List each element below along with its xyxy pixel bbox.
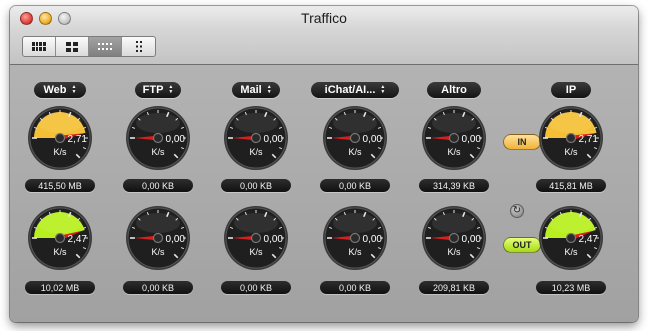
gauge-in: 0,00 K/s <box>322 105 388 171</box>
gauge-speed-unit: K/s <box>447 247 461 257</box>
gauges-panel: IN OUT ↻ Web ▲ ▼ 2,71 K/s 415,50 MB FTP ▲ ▼ 0,00 K… <box>10 65 638 322</box>
gauge-in: 0,00 K/s <box>421 105 487 171</box>
view-mode-segmented-control <box>22 36 156 57</box>
gauge-speed-value: 0,00 <box>362 134 382 145</box>
window-title: Traffico <box>301 10 347 26</box>
gauge-speed-value: 2,47 <box>578 234 598 245</box>
gauge-speed-unit: K/s <box>249 247 263 257</box>
total-in-value: 0,00 KB <box>221 179 291 192</box>
traffico-window: Traffico IN OUT ↻ Web ▲ ▼ 2,71 K/s 415,5… <box>10 6 638 322</box>
category-selector-0[interactable]: Web ▲ ▼ <box>34 82 86 98</box>
category-selector-4[interactable]: Altro <box>427 82 481 98</box>
gauge-speed-unit: K/s <box>564 147 578 157</box>
total-out-value: 0,00 KB <box>320 281 390 294</box>
updown-arrows-icon: ▲ ▼ <box>380 84 386 95</box>
total-in-value: 314,39 KB <box>419 179 489 192</box>
gauge-in: 0,00 K/s <box>223 105 289 171</box>
view-mode-compact-grid-button[interactable] <box>89 37 122 56</box>
gauge-in: 0,00 K/s <box>125 105 191 171</box>
total-out-value: 10,23 MB <box>536 281 606 294</box>
category-label: Mail <box>240 84 262 96</box>
total-out-value: 10,02 MB <box>25 281 95 294</box>
category-label: Web <box>43 84 67 96</box>
out-toggle-button[interactable]: OUT <box>503 237 541 253</box>
category-label: iChat/AI... <box>324 84 376 96</box>
gauge-speed-unit: K/s <box>348 247 362 257</box>
gauge-speed-unit: K/s <box>348 147 362 157</box>
view-mode-vertical-list-button[interactable] <box>122 37 155 56</box>
refresh-icon[interactable]: ↻ <box>510 204 524 218</box>
total-in-value: 415,81 MB <box>536 179 606 192</box>
gauge-speed-value: 0,00 <box>165 234 185 245</box>
gauge-in: 2,71 K/s <box>27 105 93 171</box>
in-toggle-button[interactable]: IN <box>503 134 541 150</box>
gauge-out: 2,47 K/s <box>27 205 93 271</box>
gauge-speed-value: 2,71 <box>578 134 598 145</box>
category-selector-5[interactable]: IP <box>551 82 591 98</box>
category-label: Altro <box>441 84 467 96</box>
updown-arrows-icon: ▲ ▼ <box>266 84 272 95</box>
gauge-speed-value: 0,00 <box>263 134 283 145</box>
gauge-out: 0,00 K/s <box>223 205 289 271</box>
gauge-speed-value: 0,00 <box>165 134 185 145</box>
grid-icon <box>32 42 46 51</box>
gauge-speed-value: 0,00 <box>263 234 283 245</box>
total-out-value: 0,00 KB <box>123 281 193 294</box>
gauge-speed-unit: K/s <box>151 247 165 257</box>
two-column-icon <box>66 41 78 52</box>
total-in-value: 0,00 KB <box>320 179 390 192</box>
gauge-speed-unit: K/s <box>53 147 67 157</box>
total-in-value: 0,00 KB <box>123 179 193 192</box>
gauge-speed-unit: K/s <box>249 147 263 157</box>
gauge-speed-unit: K/s <box>564 247 578 257</box>
category-label: IP <box>565 84 577 96</box>
updown-arrows-icon: ▲ ▼ <box>168 84 174 95</box>
gauge-out: 0,00 K/s <box>421 205 487 271</box>
gauge-out: 0,00 K/s <box>125 205 191 271</box>
category-label: FTP <box>142 84 164 96</box>
title-bar: Traffico <box>10 6 638 65</box>
view-mode-grid-button[interactable] <box>23 37 56 56</box>
category-selector-1[interactable]: FTP ▲ ▼ <box>135 82 181 98</box>
gauge-speed-value: 2,47 <box>67 234 87 245</box>
gauge-out: 2,47 K/s <box>538 205 604 271</box>
updown-arrows-icon: ▲ ▼ <box>71 84 77 95</box>
total-out-value: 209,81 KB <box>419 281 489 294</box>
gauge-speed-unit: K/s <box>447 147 461 157</box>
gauge-speed-value: 2,71 <box>67 134 87 145</box>
gauge-speed-unit: K/s <box>151 147 165 157</box>
category-selector-3[interactable]: iChat/AI... ▲ ▼ <box>311 82 399 98</box>
compact-grid-icon <box>98 43 112 50</box>
gauge-speed-value: 0,00 <box>461 234 481 245</box>
category-selector-2[interactable]: Mail ▲ ▼ <box>232 82 280 98</box>
gauge-speed-value: 0,00 <box>362 234 382 245</box>
vertical-list-icon <box>135 41 142 52</box>
gauge-in: 2,71 K/s <box>538 105 604 171</box>
total-out-value: 0,00 KB <box>221 281 291 294</box>
gauge-speed-unit: K/s <box>53 247 67 257</box>
gauge-out: 0,00 K/s <box>322 205 388 271</box>
total-in-value: 415,50 MB <box>25 179 95 192</box>
gauge-speed-value: 0,00 <box>461 134 481 145</box>
view-mode-two-column-button[interactable] <box>56 37 89 56</box>
